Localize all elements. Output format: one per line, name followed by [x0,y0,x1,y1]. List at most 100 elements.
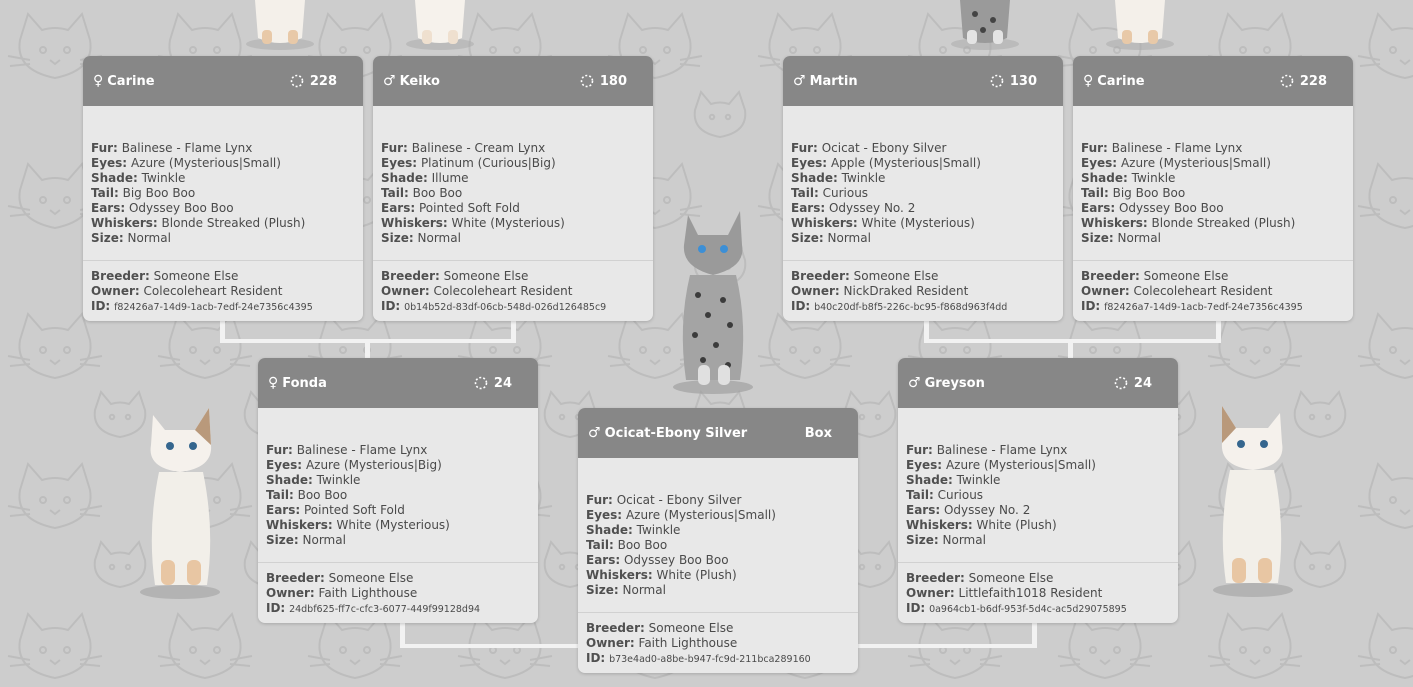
eyes-row: Eyes: Azure (Mysterious|Big) [266,458,442,472]
tail-row: Tail: Boo Boo [266,488,348,502]
size-row: Size: Normal [1081,231,1161,245]
whiskers-row: Whiskers: White (Mysterious) [266,518,450,532]
owner-row: Owner: Faith Lighthouse [586,636,738,650]
size-row: Size: Normal [266,533,346,547]
owner-row: Owner: Littlefaith1018 Resident [906,586,1103,600]
breeder-row: Breeder: Someone Else [1081,269,1229,283]
generation-count: 130 [1009,73,1037,89]
ownership-info: Breeder: Someone Else Owner: Colecolehea… [1073,260,1353,321]
shade-row: Shade: Twinkle [91,171,186,185]
shade-row: Shade: Twinkle [586,523,681,537]
cat-name[interactable]: Keiko [400,74,580,89]
card-header: ♂ Greyson 24 [898,358,1178,408]
cat-name[interactable]: Greyson [925,376,1114,391]
size-row: Size: Normal [586,583,666,597]
cat-image-right-greyson [1213,406,1293,597]
fur-row: Fur: Ocicat - Ebony Silver [791,141,947,155]
whiskers-row: Whiskers: White (Mysterious) [381,216,565,230]
generation-icon [1114,376,1128,390]
shade-row: Shade: Illume [381,171,469,185]
ownership-info: Breeder: Someone Else Owner: Littlefaith… [898,562,1178,623]
cat-card-carine-left[interactable]: ♀ Carine 228 Fur: Balinese - Flame Lynx … [83,56,363,321]
tail-row: Tail: Big Boo Boo [1081,186,1186,200]
cat-card-keiko[interactable]: ♂ Keiko 180 Fur: Balinese - Cream Lynx E… [373,56,653,321]
female-icon: ♀ [268,375,279,391]
generation-icon [990,74,1004,88]
cat-name[interactable]: Ocicat-Ebony Silver [605,426,805,441]
cat-image-top-carine-right [1106,0,1174,50]
connector-line [400,644,582,648]
card-header: ♂ Keiko 180 [373,56,653,106]
ears-row: Ears: Odyssey Boo Boo [1081,201,1224,215]
cat-name[interactable]: Carine [107,74,290,89]
breeder-row: Breeder: Someone Else [791,269,939,283]
owner-row: Owner: Colecoleheart Resident [1081,284,1273,298]
fur-row: Fur: Balinese - Flame Lynx [1081,141,1243,155]
cat-name[interactable]: Fonda [282,376,474,391]
size-row: Size: Normal [381,231,461,245]
female-icon: ♀ [93,73,104,89]
fur-row: Fur: Balinese - Flame Lynx [266,443,428,457]
card-header: ♀ Fonda 24 [258,358,538,408]
cat-card-carine-right[interactable]: ♀ Carine 228 Fur: Balinese - Flame Lynx … [1073,56,1353,321]
size-row: Size: Normal [91,231,171,245]
trait-list: Fur: Ocicat - Ebony Silver Eyes: Apple (… [783,106,1063,260]
cat-card-greyson[interactable]: ♂ Greyson 24 Fur: Balinese - Flame Lynx … [898,358,1178,623]
whiskers-row: Whiskers: White (Plush) [586,568,737,582]
male-icon: ♂ [383,73,396,89]
owner-row: Owner: Colecoleheart Resident [381,284,573,298]
owner-row: Owner: NickDraked Resident [791,284,969,298]
tail-row: Tail: Boo Boo [381,186,463,200]
eyes-row: Eyes: Azure (Mysterious|Small) [1081,156,1271,170]
cat-name[interactable]: Carine [1097,74,1280,89]
cat-image-top-martin [951,0,1019,50]
trait-list: Fur: Balinese - Flame Lynx Eyes: Azure (… [1073,106,1353,260]
id-row: ID: b73e4ad0-a8be-b947-fc9d-211bca289160 [586,651,811,665]
card-header: ♀ Carine 228 [1073,56,1353,106]
eyes-row: Eyes: Platinum (Curious|Big) [381,156,556,170]
generation-count: 228 [309,73,337,89]
shade-row: Shade: Twinkle [266,473,361,487]
shade-row: Shade: Twinkle [791,171,886,185]
eyes-row: Eyes: Azure (Mysterious|Small) [586,508,776,522]
size-row: Size: Normal [906,533,986,547]
owner-row: Owner: Colecoleheart Resident [91,284,283,298]
breeder-row: Breeder: Someone Else [91,269,239,283]
breeder-row: Breeder: Someone Else [266,571,414,585]
ears-row: Ears: Odyssey Boo Boo [91,201,234,215]
whiskers-row: Whiskers: Blonde Streaked (Plush) [91,216,306,230]
cat-image-center-ocicat [673,211,753,394]
generation-icon [474,376,488,390]
tail-row: Tail: Curious [791,186,869,200]
id-row: ID: 0a964cb1-b6df-953f-5d4c-ac5d29075895 [906,601,1127,615]
cat-name[interactable]: Martin [810,74,990,89]
ownership-info: Breeder: Someone Else Owner: Faith Light… [258,562,538,623]
whiskers-row: Whiskers: White (Mysterious) [791,216,975,230]
size-row: Size: Normal [791,231,871,245]
card-header: ♀ Carine 228 [83,56,363,106]
shade-row: Shade: Twinkle [906,473,1001,487]
owner-row: Owner: Faith Lighthouse [266,586,418,600]
ownership-info: Breeder: Someone Else Owner: NickDraked … [783,260,1063,321]
connector-line [856,644,1037,648]
breeder-row: Breeder: Someone Else [586,621,734,635]
cat-image-left-fonda [140,408,220,599]
cat-card-martin[interactable]: ♂ Martin 130 Fur: Ocicat - Ebony Silver … [783,56,1063,321]
fur-row: Fur: Ocicat - Ebony Silver [586,493,742,507]
fur-row: Fur: Balinese - Flame Lynx [906,443,1068,457]
cat-card-main[interactable]: ♂ Ocicat-Ebony Silver Box Fur: Ocicat - … [578,408,858,673]
generation-count: 24 [1133,375,1152,391]
whiskers-row: Whiskers: Blonde Streaked (Plush) [1081,216,1296,230]
generation-count: 180 [599,73,627,89]
ownership-info: Breeder: Someone Else Owner: Colecolehea… [373,260,653,321]
eyes-row: Eyes: Apple (Mysterious|Small) [791,156,981,170]
cat-card-fonda[interactable]: ♀ Fonda 24 Fur: Balinese - Flame Lynx Ey… [258,358,538,623]
trait-list: Fur: Balinese - Flame Lynx Eyes: Azure (… [898,408,1178,562]
trait-list: Fur: Ocicat - Ebony Silver Eyes: Azure (… [578,458,858,612]
cat-image-top-keiko [406,0,474,50]
id-row: ID: 0b14b52d-83df-06cb-548d-026d126485c9 [381,299,607,313]
eyes-row: Eyes: Azure (Mysterious|Small) [906,458,1096,472]
male-icon: ♂ [588,425,601,441]
ears-row: Ears: Pointed Soft Fold [381,201,520,215]
cat-image-top-carine-left [246,0,314,50]
